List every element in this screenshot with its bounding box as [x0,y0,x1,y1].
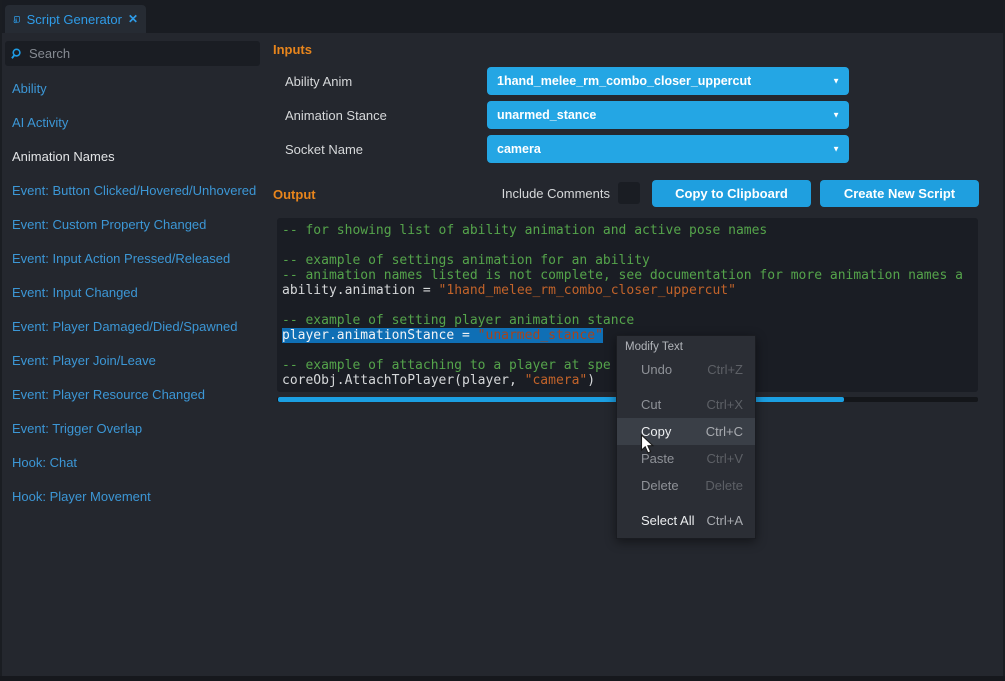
menu-shortcut: Ctrl+V [707,451,743,466]
menu-shortcut: Ctrl+A [707,513,743,528]
dropdown-animation-stance-value: unarmed_stance [497,108,596,122]
menu-separator [617,383,755,391]
sidebar-item[interactable]: Event: Custom Property Changed [5,208,267,242]
sidebar-item[interactable]: Hook: Chat [5,446,267,480]
context-menu-title: Modify Text [617,338,755,356]
code-line: -- animation names listed is not complet… [282,268,978,283]
search-box[interactable] [5,41,260,66]
menu-separator [617,499,755,507]
inputs-header: Inputs [273,42,312,57]
menu-shortcut: Ctrl+Z [707,362,743,377]
chevron-down-icon: ▼ [832,145,840,154]
dropdown-socket-name[interactable]: camera ▼ [487,135,849,163]
window-edge-bottom [0,676,1005,681]
window-edge-left [0,0,2,681]
sidebar-item[interactable]: Event: Trigger Overlap [5,412,267,446]
dropdown-socket-name-value: camera [497,142,541,156]
include-comments-label: Include Comments [470,186,610,202]
code-line: -- for showing list of ability animation… [282,223,978,238]
sidebar-item[interactable]: Event: Player Damaged/Died/Spawned [5,310,267,344]
sidebar-item[interactable]: Event: Input Action Pressed/Released [5,242,267,276]
field-label-animation-stance: Animation Stance [285,108,387,124]
chevron-down-icon: ▼ [832,111,840,120]
field-label-socket-name: Socket Name [285,142,363,158]
sidebar-item[interactable]: Event: Player Join/Leave [5,344,267,378]
sidebar-item[interactable]: Event: Button Clicked/Hovered/Unhovered [5,174,267,208]
tab-script-generator[interactable]: Script Generator ✕ [5,5,146,33]
tab-bar: Script Generator ✕ [0,0,1005,33]
code-line: ability.animation = "1hand_melee_rm_comb… [282,283,978,298]
close-icon[interactable]: ✕ [128,12,138,26]
code-line [282,298,978,313]
code-line: -- example of setting player animation s… [282,313,978,328]
code-line: -- example of settings animation for an … [282,253,978,268]
sidebar-item[interactable]: Hook: Player Movement [5,480,267,514]
menu-shortcut: Ctrl+C [706,424,743,439]
sidebar-item[interactable]: Event: Input Changed [5,276,267,310]
create-new-script-button[interactable]: Create New Script [820,180,979,207]
field-label-ability-anim: Ability Anim [285,74,352,90]
copy-to-clipboard-button[interactable]: Copy to Clipboard [652,180,811,207]
dropdown-ability-anim-value: 1hand_melee_rm_combo_closer_uppercut [497,74,751,88]
sidebar-item[interactable]: Animation Names [5,140,267,174]
script-generator-window: Script Generator ✕ AbilityAI ActivityAni… [0,0,1005,681]
menu-item-delete: DeleteDelete [617,472,755,499]
selected-code-text: player.animationStance = "unarmed_stance… [282,328,603,343]
dropdown-animation-stance[interactable]: unarmed_stance ▼ [487,101,849,129]
menu-item-copy[interactable]: CopyCtrl+C [617,418,755,445]
output-header: Output [273,187,316,202]
menu-shortcut: Delete [705,478,743,493]
scrollbar-thumb[interactable] [278,397,844,402]
modify-text-context-menu: Modify Text UndoCtrl+Z CutCtrl+XCopyCtrl+… [616,335,756,539]
sidebar-item[interactable]: AI Activity [5,106,267,140]
include-comments-checkbox[interactable] [618,182,640,204]
menu-item-undo: UndoCtrl+Z [617,356,755,383]
sidebar-item[interactable]: Ability [5,72,267,106]
tab-title: Script Generator [27,12,122,27]
script-generator-icon [13,11,21,28]
menu-item-paste: PasteCtrl+V [617,445,755,472]
menu-item-cut: CutCtrl+X [617,391,755,418]
search-input[interactable] [29,46,254,61]
menu-shortcut: Ctrl+X [707,397,743,412]
dropdown-ability-anim[interactable]: 1hand_melee_rm_combo_closer_uppercut ▼ [487,67,849,95]
sidebar-item[interactable]: Event: Player Resource Changed [5,378,267,412]
chevron-down-icon: ▼ [832,77,840,86]
code-line [282,238,978,253]
search-icon [11,47,24,61]
sidebar-list: AbilityAI ActivityAnimation NamesEvent: … [5,72,267,514]
menu-item-select-all[interactable]: Select AllCtrl+A [617,507,755,534]
